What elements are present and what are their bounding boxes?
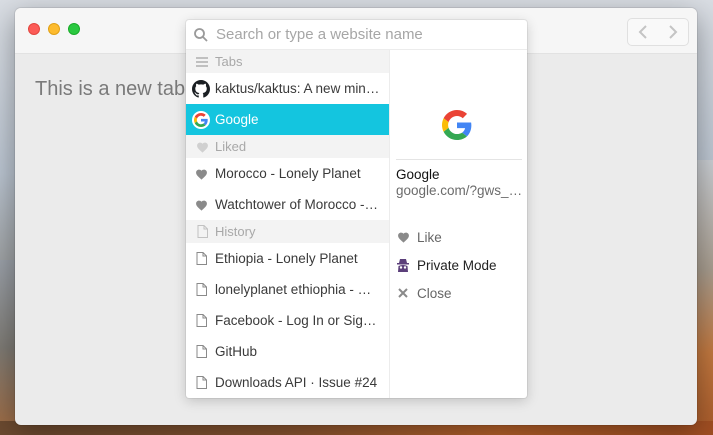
preview-title: Google xyxy=(396,167,440,182)
heart-icon xyxy=(192,196,210,214)
like-button[interactable]: Like xyxy=(396,226,442,248)
navigation-buttons xyxy=(627,18,689,46)
list-item-history[interactable]: lonelyplanet ethiophia - Google Search xyxy=(186,274,389,305)
list-item-history[interactable]: Facebook - Log In or Sign Up xyxy=(186,305,389,336)
zoom-window-button[interactable] xyxy=(68,23,80,35)
section-header-liked: Liked xyxy=(186,135,389,158)
preview-url: google.com/?gws_rd=ssl xyxy=(396,183,524,198)
private-mode-button[interactable]: Private Mode xyxy=(396,254,497,276)
document-icon xyxy=(192,312,210,330)
document-icon xyxy=(192,343,210,361)
list-item-tab[interactable]: kaktus/kaktus: A new minimal browser xyxy=(186,73,389,104)
search-bar xyxy=(186,20,527,50)
google-logo-icon xyxy=(442,110,472,140)
incognito-icon xyxy=(396,258,410,272)
section-label: Tabs xyxy=(215,54,243,69)
heart-icon xyxy=(195,140,209,154)
minimize-window-button[interactable] xyxy=(48,23,60,35)
search-icon xyxy=(194,27,208,42)
list-item-label: Downloads API · Issue #24 xyxy=(215,375,378,390)
search-popup: Tabs kaktus/kaktus: A new minimal browse… xyxy=(186,20,527,398)
heart-icon xyxy=(396,230,410,244)
new-tab-message: This is a new tab. xyxy=(35,78,191,100)
list-item-label: lonelyplanet ethiophia - Google Search xyxy=(215,282,380,297)
list-item-label: Ethiopia - Lonely Planet xyxy=(215,251,358,266)
preview-pane: Google google.com/?gws_rd=ssl Like Priva… xyxy=(389,50,527,398)
list-item-liked[interactable]: Morocco - Lonely Planet xyxy=(186,158,389,189)
list-item-label: Watchtower of Morocco - Lonely Planet xyxy=(215,197,380,212)
github-icon xyxy=(192,79,210,98)
chevron-left-icon xyxy=(638,25,647,39)
document-icon xyxy=(192,374,210,392)
document-icon xyxy=(195,225,209,239)
list-item-label: Google xyxy=(215,112,259,127)
forward-button[interactable] xyxy=(658,19,688,45)
section-label: History xyxy=(215,224,256,239)
close-icon xyxy=(396,286,410,300)
section-label: Liked xyxy=(215,139,247,154)
section-header-tabs: Tabs xyxy=(186,50,389,73)
heart-icon xyxy=(192,165,210,183)
list-item-label: kaktus/kaktus: A new minimal browser xyxy=(215,81,380,96)
list-item-label: Facebook - Log In or Sign Up xyxy=(215,313,380,328)
list-item-label: Morocco - Lonely Planet xyxy=(215,166,361,181)
list-item-label: GitHub xyxy=(215,344,258,359)
google-icon xyxy=(192,110,210,129)
chevron-right-icon xyxy=(669,25,678,39)
search-input[interactable] xyxy=(216,20,516,49)
results-list: Tabs kaktus/kaktus: A new minimal browse… xyxy=(186,50,389,398)
like-label: Like xyxy=(417,229,442,245)
list-item-history[interactable]: Downloads API · Issue #24 xyxy=(186,367,389,398)
list-item-history[interactable]: Ethiopia - Lonely Planet xyxy=(186,243,389,274)
hamburger-icon xyxy=(195,55,209,69)
document-icon xyxy=(192,250,210,268)
list-item-history[interactable]: GitHub xyxy=(186,336,389,367)
close-tab-button[interactable]: Close xyxy=(396,282,452,304)
private-mode-label: Private Mode xyxy=(417,257,497,273)
section-header-history: History xyxy=(186,220,389,243)
back-button[interactable] xyxy=(628,19,658,45)
preview-divider xyxy=(396,159,522,160)
close-label: Close xyxy=(417,285,452,301)
list-item-tab-selected[interactable]: Google xyxy=(186,104,389,135)
document-icon xyxy=(192,281,210,299)
list-item-liked[interactable]: Watchtower of Morocco - Lonely Planet xyxy=(186,189,389,220)
close-window-button[interactable] xyxy=(28,23,40,35)
